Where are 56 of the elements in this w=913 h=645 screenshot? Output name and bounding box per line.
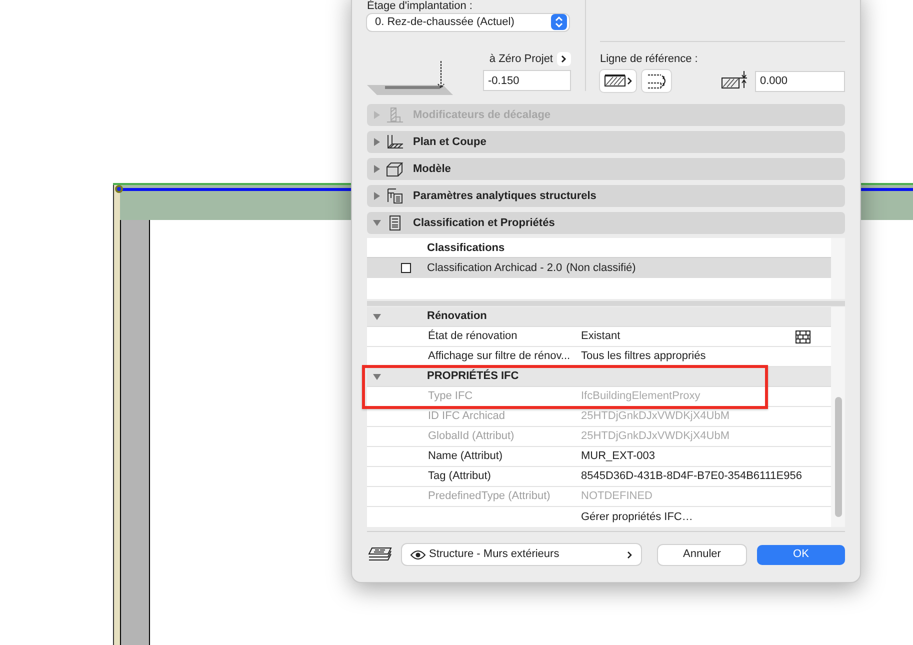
property-value: MUR_EXT-003 (581, 449, 655, 464)
section-header[interactable]: Plan et Coupe (367, 131, 845, 153)
property-value: 25HTDjGnkDJxVWDKjX4UbM (581, 429, 730, 444)
property-value: 25HTDjGnkDJxVWDKjX4UbM (581, 409, 730, 424)
checkbox[interactable] (401, 263, 411, 273)
property-label: ID IFC Archicad (428, 409, 506, 424)
collapse-triangle-icon[interactable] (373, 372, 381, 380)
property-value: Existant (581, 329, 620, 344)
cancel-button[interactable]: Annuler (658, 544, 746, 564)
layers-icon (367, 546, 393, 564)
property-label: GlobalId (Attribut) (428, 429, 516, 444)
hatched-column-icon (386, 107, 404, 123)
analytic-sheet-icon (386, 188, 404, 204)
hatched-wall-icon (604, 74, 626, 88)
stepper-icon (551, 14, 567, 30)
classification-row[interactable]: Classification Archicad - 2.0 (Non classifié) (367, 258, 831, 278)
view-select[interactable]: Structure - Murs extérieurs (402, 544, 641, 565)
offset-input[interactable]: 0.000 (755, 70, 845, 92)
chevron-right-icon (627, 550, 633, 558)
elevation-label: à Zéro Projet (489, 52, 553, 66)
elevation-input[interactable]: -0.150 (483, 70, 571, 91)
chevron-right-icon (626, 77, 632, 85)
classification-value: (Non classifié) (566, 260, 636, 276)
property-value: IfcBuildingElementProxy (581, 389, 700, 404)
manage-ifc-properties-link[interactable]: Gérer propriétés IFC… (581, 508, 693, 526)
expand-triangle-icon[interactable] (373, 138, 381, 146)
section-header[interactable]: Paramètres analytiques structurels (367, 185, 845, 207)
property-label: État de rénovation (428, 328, 518, 344)
property-label: Name (Attribut) (428, 449, 504, 464)
hatched-floor-icon (386, 134, 404, 150)
property-value: Tous les filtres appropriés (581, 349, 706, 364)
property-value: 8545D36D-431B-8D4F-B7E0-354B6111E956 (581, 469, 802, 484)
expand-triangle-icon[interactable] (373, 165, 381, 173)
ok-button[interactable]: OK (757, 544, 845, 564)
section-header[interactable]: Modèle (367, 158, 845, 180)
property-label: Affichage sur filtre de rénov... (428, 349, 572, 364)
collapse-triangle-icon[interactable] (373, 219, 381, 227)
flip-reference-button[interactable] (642, 70, 671, 92)
floor-select[interactable]: 0. Rez-de-chaussée (Actuel) (367, 14, 569, 30)
reference-line-label: Ligne de référence : (600, 53, 699, 66)
property-group-header[interactable]: PROPRIÉTÉS IFC (367, 367, 831, 387)
scrollbar-thumb[interactable] (834, 397, 842, 517)
property-label: Type IFC (428, 389, 474, 404)
property-value: NOTDEFINED (581, 489, 652, 504)
box-icon (386, 161, 404, 177)
classification-name: Classification Archicad - 2.0 (427, 260, 562, 276)
flip-icon (646, 73, 668, 89)
reference-line-button[interactable] (600, 70, 636, 92)
collapse-triangle-icon[interactable] (373, 312, 381, 320)
chevron-right-icon[interactable] (557, 52, 571, 66)
eye-icon (410, 550, 426, 560)
expand-triangle-icon[interactable] (373, 192, 381, 200)
property-group-header[interactable]: Rénovation (367, 307, 831, 327)
property-label: Tag (Attribut) (428, 469, 492, 484)
section-header[interactable]: Classification et Propriétés (367, 212, 845, 234)
property-label: PredefinedType (Attribut) (428, 489, 552, 504)
